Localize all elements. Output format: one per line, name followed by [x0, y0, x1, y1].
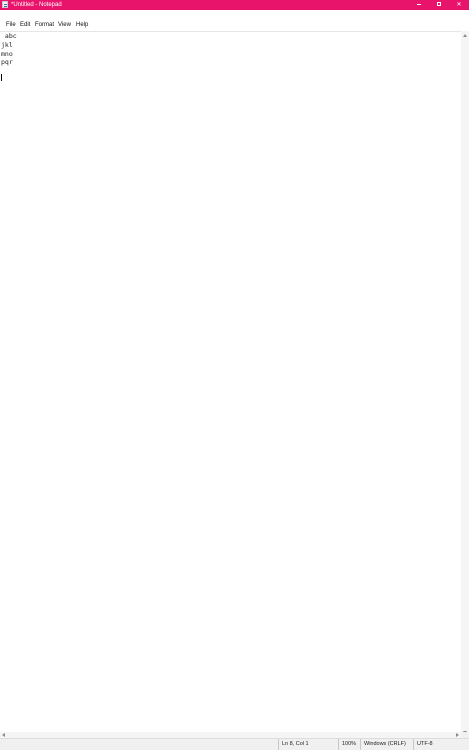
title-bar[interactable]: *Untitled - Notepad ✕: [0, 0, 469, 10]
close-icon: ✕: [456, 2, 462, 8]
minimize-button[interactable]: [409, 0, 429, 10]
status-bar: Ln 8, Col 1 100% Windows (CRLF) UTF-8: [0, 738, 469, 750]
editor-line-2: jkl: [1, 41, 13, 49]
close-button[interactable]: ✕: [449, 0, 469, 10]
menu-file[interactable]: File: [5, 21, 17, 30]
maximize-button[interactable]: [429, 0, 449, 10]
maximize-icon: [437, 2, 441, 7]
menu-format[interactable]: Format: [34, 21, 55, 30]
line-ending: Windows (CRLF): [360, 739, 413, 750]
scroll-left-icon[interactable]: [2, 733, 5, 737]
vertical-scrollbar[interactable]: [461, 31, 469, 737]
editor-line-1: abc: [1, 32, 17, 40]
minimize-icon: [417, 3, 421, 5]
editor-line-3: mno: [1, 50, 13, 58]
window-title: *Untitled - Notepad: [11, 2, 62, 8]
encoding: UTF-8: [413, 739, 469, 750]
text-editor[interactable]: abc jkl mno pqr: [0, 31, 461, 738]
notepad-icon: [2, 1, 8, 8]
editor-line-4: pqr: [1, 58, 13, 66]
scroll-up-icon[interactable]: [463, 34, 467, 37]
menu-bar: File Edit Format View Help: [0, 20, 469, 31]
menu-view[interactable]: View: [57, 21, 72, 30]
text-caret: [1, 74, 2, 81]
menu-edit[interactable]: Edit: [19, 21, 31, 30]
cursor-position: Ln 8, Col 1: [278, 739, 338, 750]
notepad-window: *Untitled - Notepad ✕ File Edit Format V…: [0, 0, 469, 750]
scroll-right-icon[interactable]: [456, 733, 459, 737]
zoom-level: 100%: [338, 739, 360, 750]
menu-help[interactable]: Help: [75, 21, 89, 30]
